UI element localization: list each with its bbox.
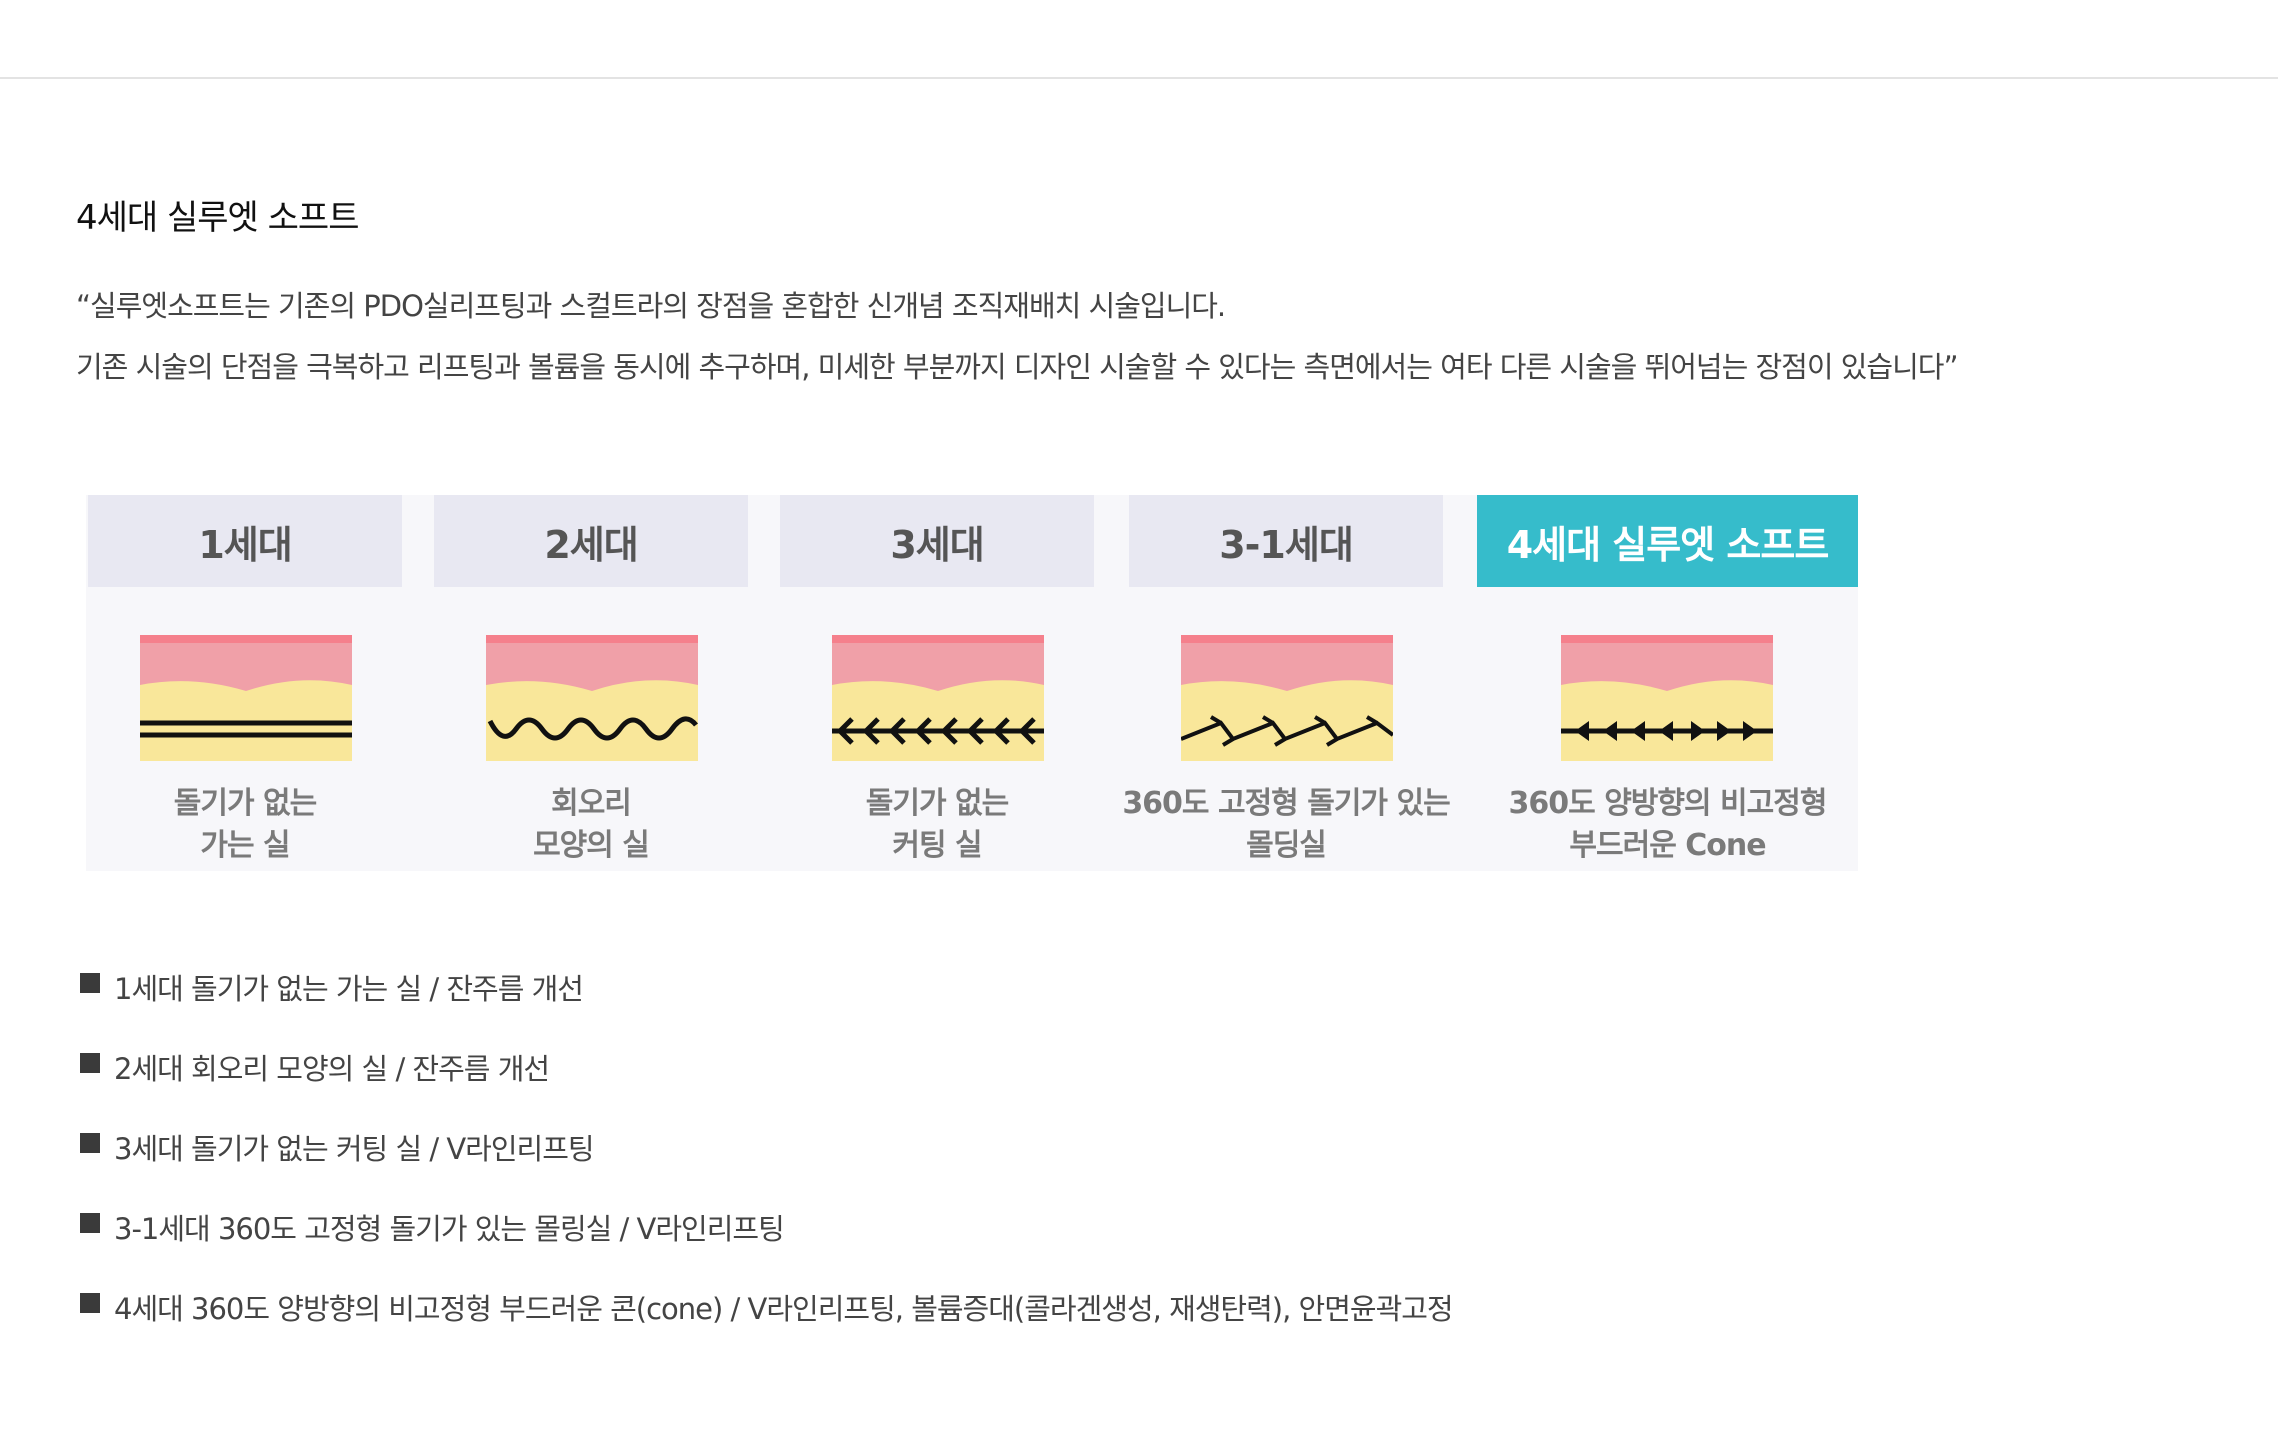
- feature-text: 1세대 돌기가 없는 가는 실 / 잔주름 개선: [114, 972, 584, 1006]
- feature-item: 2세대 회오리 모양의 실 / 잔주름 개선: [76, 1046, 1453, 1126]
- feature-text: 3-1세대 360도 고정형 돌기가 있는 몰링실 / V라인리프팅: [114, 1212, 785, 1246]
- intro-text: “실루엣소프트는 기존의 PDO실리프팅과 스컬트라의 장점을 혼합한 신개념 …: [76, 276, 1958, 398]
- generation-caption: 회오리 모양의 실: [414, 783, 768, 867]
- cone-thread-illustration: [1561, 635, 1773, 761]
- generation-card-4: 4세대 실루엣 소프트 360도 양방향의 비고정형 부드러운 Cone: [1477, 495, 1858, 871]
- caption-line: 커팅 실: [892, 828, 982, 863]
- caption-line: 360도 양방향의 비고정형: [1508, 786, 1828, 821]
- intro-line: 기존 시술의 단점을 극복하고 리프팅과 볼륨을 동시에 추구하며, 미세한 부…: [76, 350, 1958, 384]
- caption-line: 회오리: [551, 786, 632, 821]
- caption-line: 돌기가 없는: [865, 786, 1009, 821]
- square-bullet-icon: [80, 1053, 100, 1073]
- page-title: 4세대 실루엣 소프트: [76, 198, 359, 238]
- generation-label: 3-1세대: [1129, 495, 1443, 587]
- generation-caption: 돌기가 없는 커팅 실: [760, 783, 1114, 867]
- caption-line: 모양의 실: [533, 828, 650, 863]
- square-bullet-icon: [80, 1133, 100, 1153]
- feature-text: 3세대 돌기가 없는 커팅 실 / V라인리프팅: [114, 1132, 595, 1166]
- feature-text: 4세대 360도 양방향의 비고정형 부드러운 콘(cone) / V라인리프팅…: [114, 1292, 1454, 1326]
- generation-caption: 돌기가 없는 가는 실: [68, 783, 422, 867]
- generation-label: 2세대: [434, 495, 748, 587]
- intro-line: “실루엣소프트는 기존의 PDO실리프팅과 스컬트라의 장점을 혼합한 신개념 …: [76, 289, 1226, 323]
- caption-line: 부드러운 Cone: [1569, 828, 1766, 863]
- generation-label: 3세대: [780, 495, 1094, 587]
- feature-item: 4세대 360도 양방향의 비고정형 부드러운 콘(cone) / V라인리프팅…: [76, 1286, 1454, 1366]
- generation-caption: 360도 양방향의 비고정형 부드러운 Cone: [1457, 783, 1878, 867]
- barbed-thread-illustration: [832, 635, 1044, 761]
- top-divider: [0, 77, 2278, 79]
- generation-card-3: 3세대 돌기가 없는 커팅 실: [780, 495, 1094, 871]
- caption-line: 돌기가 없는: [173, 786, 317, 821]
- caption-line: 360도 고정형 돌기가 있는: [1122, 786, 1450, 821]
- generation-card-1: 1세대 돌기가 없는 가는 실: [88, 495, 402, 871]
- square-bullet-icon: [80, 973, 100, 993]
- generation-caption: 360도 고정형 돌기가 있는 몰딩실: [1109, 783, 1463, 867]
- molded-thread-illustration: [1181, 635, 1393, 761]
- caption-line: 가는 실: [200, 828, 290, 863]
- feature-item: 1세대 돌기가 없는 가는 실 / 잔주름 개선: [76, 966, 1453, 1046]
- feature-item: 3세대 돌기가 없는 커팅 실 / V라인리프팅: [76, 1126, 1453, 1206]
- generation-label: 4세대 실루엣 소프트: [1477, 495, 1858, 587]
- generation-comparison: 1세대 돌기가 없는 가는 실 2세대 회오리 모양의 실 3세대 돌기가 없는…: [86, 495, 1858, 871]
- feature-item: 3-1세대 360도 고정형 돌기가 있는 몰링실 / V라인리프팅: [76, 1206, 1453, 1286]
- generation-card-3-1: 3-1세대 360도 고정형 돌기가 있는 몰딩실: [1122, 495, 1451, 871]
- spiral-thread-illustration: [486, 635, 698, 761]
- double-thread-illustration: [140, 635, 352, 761]
- generation-label: 1세대: [88, 495, 402, 587]
- feature-text: 2세대 회오리 모양의 실 / 잔주름 개선: [114, 1052, 550, 1086]
- square-bullet-icon: [80, 1213, 100, 1233]
- feature-list: 1세대 돌기가 없는 가는 실 / 잔주름 개선 2세대 회오리 모양의 실 /…: [76, 966, 1454, 1366]
- square-bullet-icon: [80, 1293, 100, 1313]
- generation-card-2: 2세대 회오리 모양의 실: [434, 495, 748, 871]
- caption-line: 몰딩실: [1246, 828, 1327, 863]
